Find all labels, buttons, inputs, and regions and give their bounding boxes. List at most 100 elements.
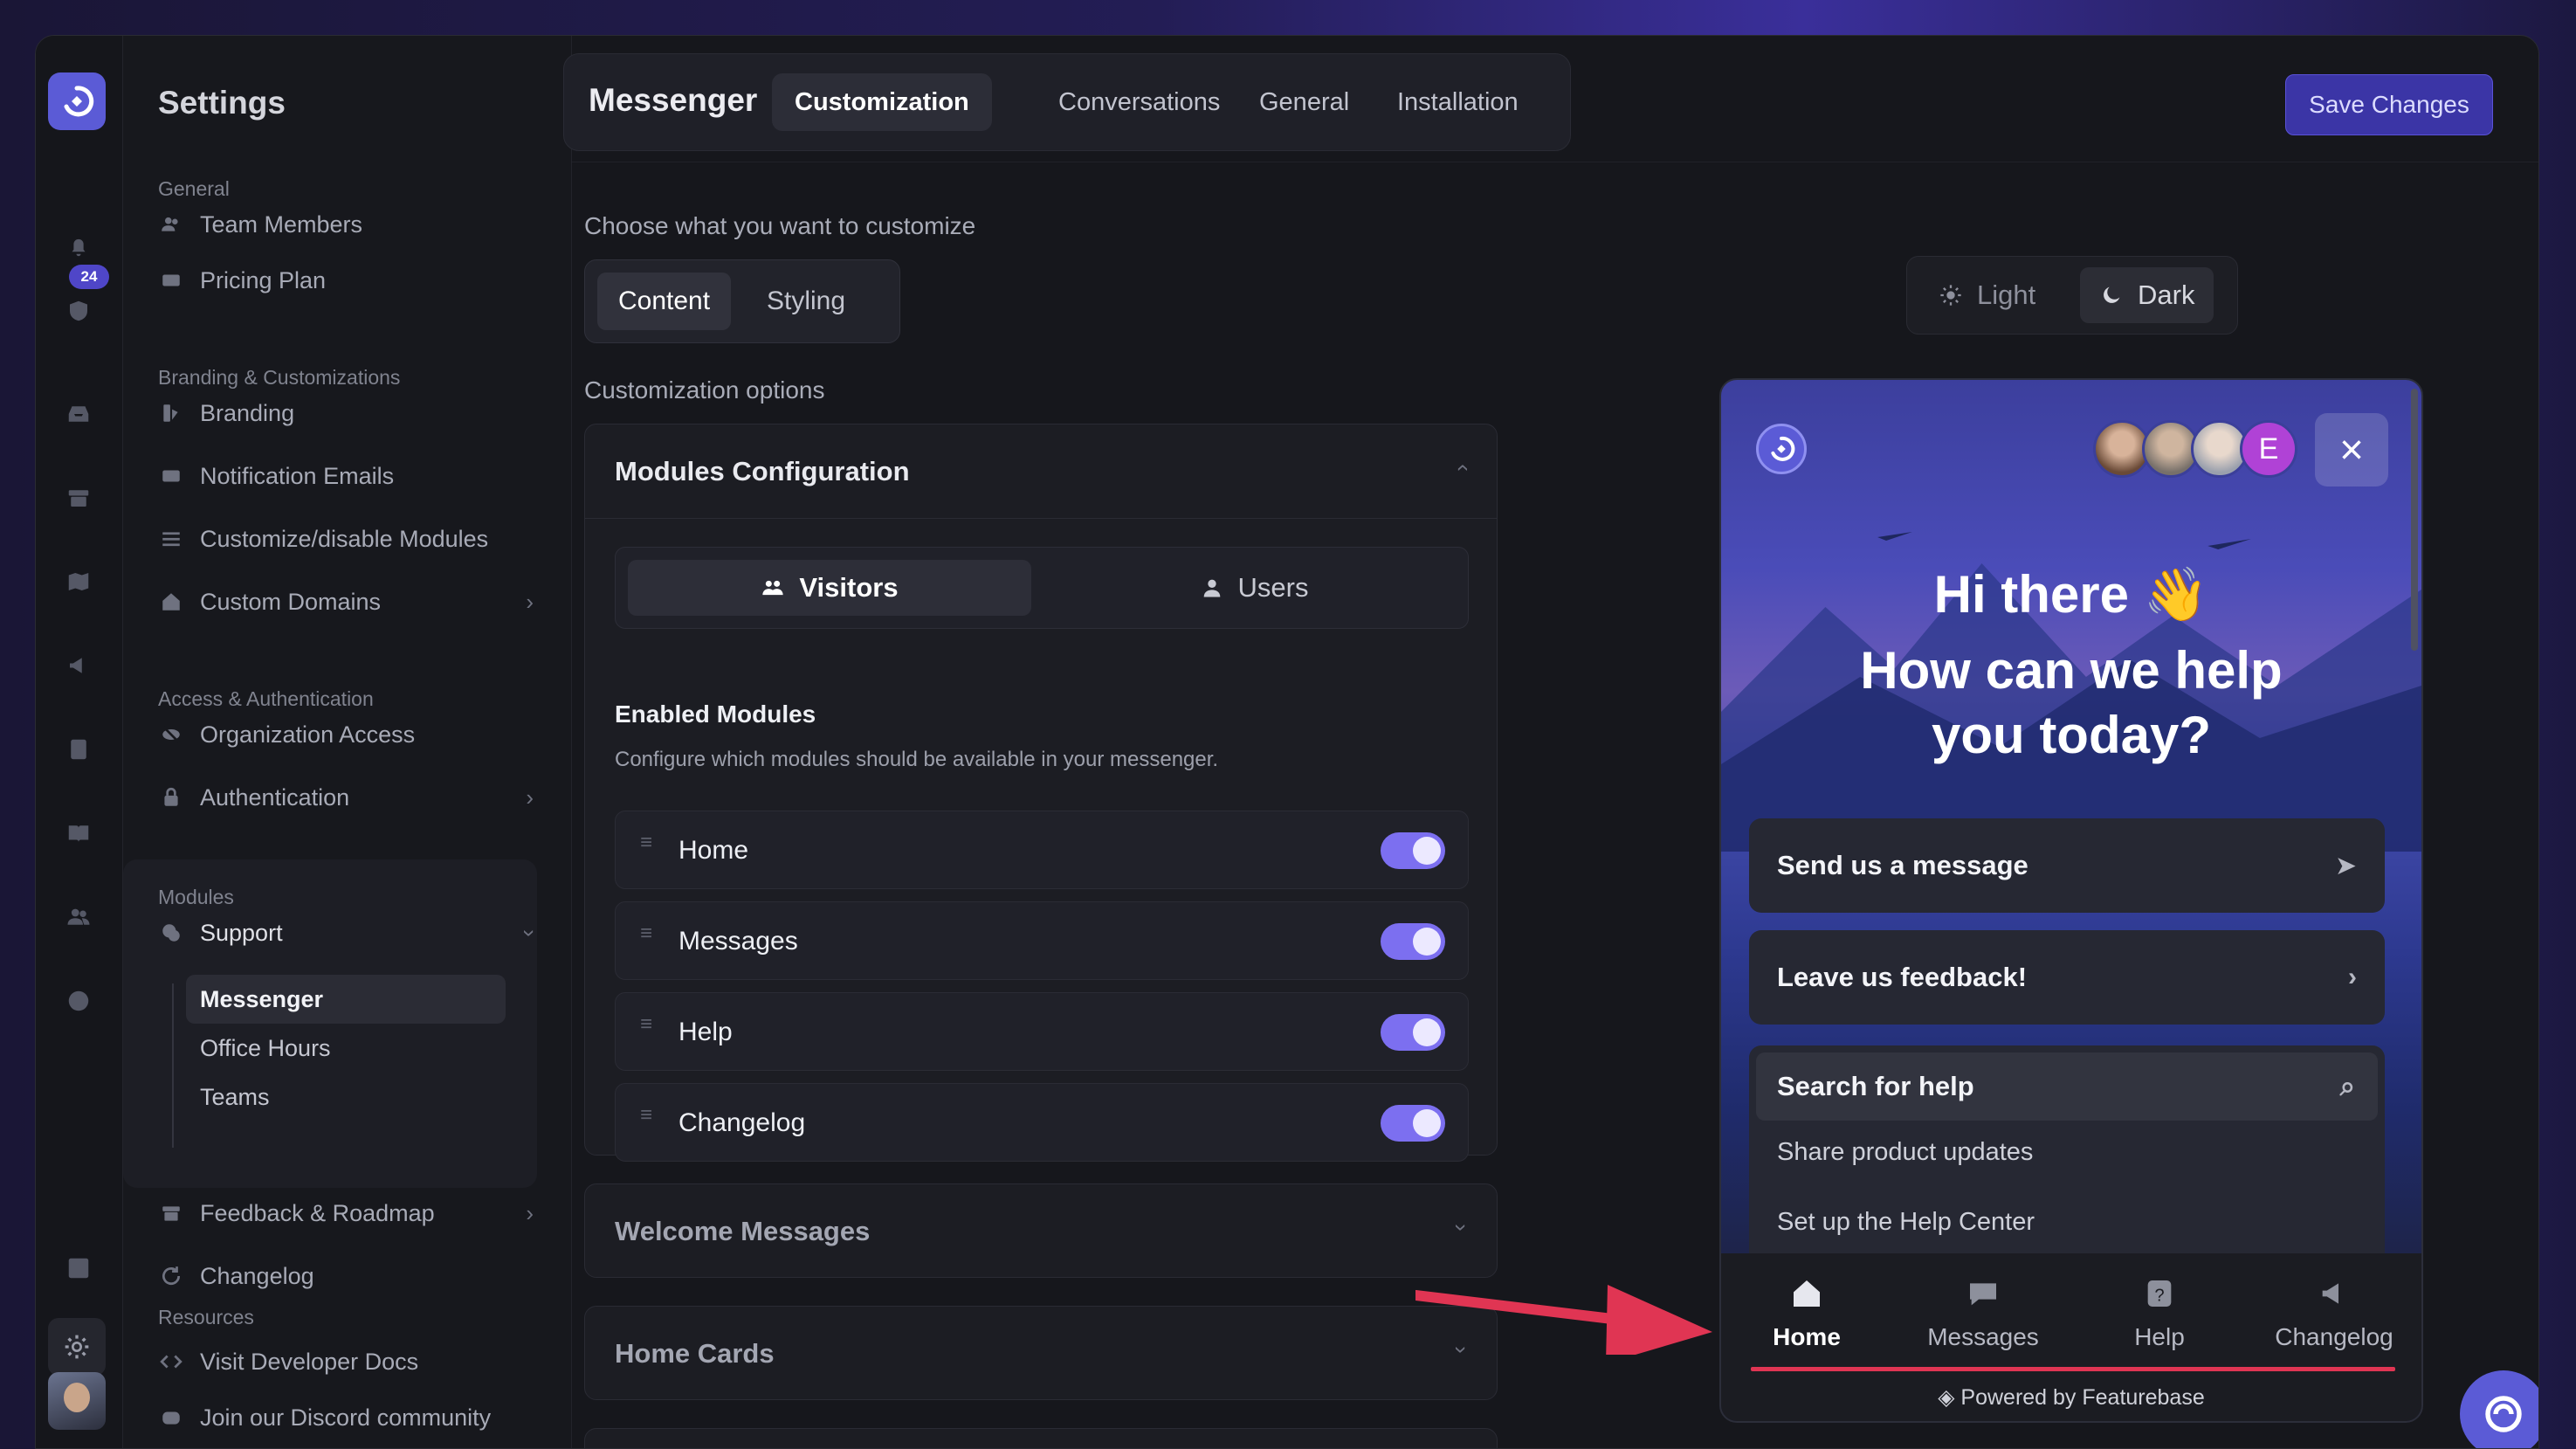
help-search-card: Search for help ⌕ Share product updates … [1749, 1045, 2385, 1264]
nav-home[interactable]: Home [1728, 1276, 1885, 1351]
preview-scrollbar[interactable] [2411, 389, 2418, 651]
card-header[interactable]: Modules Configuration › [585, 424, 1497, 519]
nav-help[interactable]: ? Help [2081, 1276, 2238, 1351]
messenger-tabs-bar: Messenger Customization Conversations Ge… [563, 53, 1571, 151]
globe-icon[interactable] [65, 988, 92, 1014]
tab-general[interactable]: General [1236, 73, 1372, 131]
tab-conversations[interactable]: Conversations [1036, 73, 1243, 131]
help-search-input[interactable]: Search for help ⌕ [1756, 1052, 2378, 1121]
users-icon [762, 580, 784, 596]
document-icon[interactable] [65, 736, 92, 762]
nav-label: Home [1773, 1323, 1841, 1350]
sidebar-item-support[interactable]: Support › [158, 912, 543, 954]
tab-installation[interactable]: Installation [1374, 73, 1541, 131]
suggestion-item[interactable]: Share product updates [1777, 1138, 2033, 1167]
sidebar-item-messenger[interactable]: Messenger [186, 975, 506, 1024]
choose-label: Choose what you want to customize [584, 212, 976, 239]
theme-label: Dark [2138, 279, 2195, 310]
powered-by[interactable]: ◈ Powered by Featurebase [1721, 1384, 2421, 1411]
sidebar-item-branding[interactable]: Branding [158, 392, 534, 434]
moon-icon [2104, 286, 2120, 303]
close-icon: × [2338, 426, 2365, 473]
tab-users[interactable]: Users [1052, 560, 1456, 616]
help-icon: ? [2147, 1280, 2172, 1307]
module-toggle[interactable] [1381, 1014, 1445, 1051]
sidebar-item-label: Support [200, 919, 283, 946]
nav-messages[interactable]: Messages [1904, 1276, 2062, 1351]
chat-icon [2485, 1396, 2522, 1432]
map-icon[interactable] [65, 569, 92, 595]
sidebar-item-notification-emails[interactable]: Notification Emails [158, 455, 534, 497]
annotation-arrow [1415, 1285, 1712, 1355]
tab-customization[interactable]: Customization [772, 73, 992, 131]
theme-light[interactable]: Light [1919, 267, 2055, 323]
tab-visitors[interactable]: Visitors [628, 560, 1031, 616]
gear-icon [65, 1335, 89, 1359]
next-card[interactable] [584, 1428, 1498, 1448]
sidebar-item-authentication[interactable]: Authentication › [158, 776, 534, 818]
shield-icon[interactable] [65, 298, 92, 324]
sidebar-item-label: Authentication [200, 783, 350, 811]
featurebase-logo-icon [64, 86, 94, 117]
drag-handle-icon[interactable]: ≡ [640, 1105, 659, 1126]
welcome-messages-card[interactable]: Welcome Messages › [584, 1183, 1498, 1278]
sidebar-item-teams[interactable]: Teams [186, 1073, 506, 1121]
content-styling-switch: Content Styling [584, 259, 900, 343]
bell-icon[interactable] [65, 233, 92, 259]
sidebar-item-changelog[interactable]: Changelog [158, 1255, 534, 1297]
tab-label: Visitors [799, 572, 899, 603]
code-icon [158, 1349, 184, 1375]
chevron-right-icon: › [526, 783, 534, 811]
drag-handle-icon[interactable]: ≡ [640, 923, 659, 944]
section-resources: Resources [158, 1306, 254, 1328]
tab-content[interactable]: Content [597, 273, 732, 330]
modules-configuration-card: Modules Configuration › Visitors Users E… [584, 424, 1498, 1162]
section-branding: Branding & Customizations [158, 366, 401, 389]
sidebar-item-developer-docs[interactable]: Visit Developer Docs [158, 1341, 534, 1383]
sidebar-item-customize-modules[interactable]: Customize/disable Modules [158, 518, 534, 560]
app-logo[interactable] [48, 72, 106, 130]
submenu-line [172, 983, 174, 1148]
leave-feedback-card[interactable]: Leave us feedback! › [1749, 930, 2385, 1025]
archive-icon[interactable] [65, 485, 92, 511]
book-icon[interactable] [65, 820, 92, 846]
module-toggle[interactable] [1381, 832, 1445, 869]
chat-launcher-button[interactable] [2460, 1370, 2538, 1448]
sidebar-item-label: Organization Access [200, 721, 416, 748]
sidebar-item-organization-access[interactable]: Organization Access [158, 714, 534, 756]
user-avatar[interactable] [48, 1372, 106, 1430]
sidebar-item-custom-domains[interactable]: Custom Domains › [158, 581, 534, 623]
module-row-help: ≡ Help [615, 992, 1469, 1071]
inbox-icon[interactable] [65, 401, 92, 427]
sidebar-item-discord[interactable]: Join our Discord community [158, 1397, 534, 1439]
close-button[interactable]: × [2315, 413, 2388, 486]
sidebar-item-label: Changelog [200, 1262, 314, 1289]
chart-icon[interactable] [65, 1255, 92, 1281]
sidebar-item-team-members[interactable]: Team Members [158, 204, 534, 245]
module-toggle[interactable] [1381, 1105, 1445, 1142]
suggestion-item[interactable]: Set up the Help Center [1777, 1208, 2035, 1237]
module-row-home: ≡ Home [615, 811, 1469, 889]
sidebar-item-pricing-plan[interactable]: Pricing Plan [158, 259, 534, 301]
nav-label: Messages [1927, 1323, 2039, 1350]
page-title: Messenger [589, 82, 758, 118]
megaphone-icon[interactable] [65, 652, 92, 679]
theme-dark[interactable]: Dark [2080, 267, 2214, 323]
featurebase-icon: ◈ [1938, 1385, 1961, 1410]
module-toggle[interactable] [1381, 923, 1445, 960]
users-icon[interactable] [65, 904, 92, 930]
card-title: Home Cards [615, 1338, 775, 1369]
save-changes-button[interactable]: Save Changes [2285, 74, 2493, 135]
drag-handle-icon[interactable]: ≡ [640, 832, 659, 853]
tab-styling[interactable]: Styling [746, 273, 866, 330]
module-row-changelog: ≡ Changelog [615, 1083, 1469, 1162]
home-cards-card[interactable]: Home Cards › [584, 1306, 1498, 1400]
settings-gear-button[interactable] [48, 1318, 106, 1376]
card-label: Leave us feedback! [1777, 962, 2028, 992]
nav-changelog[interactable]: Changelog [2256, 1276, 2413, 1351]
sidebar-item-feedback-roadmap[interactable]: Feedback & Roadmap › [158, 1192, 534, 1234]
chevron-down-icon: › [1449, 1224, 1476, 1232]
sidebar-item-office-hours[interactable]: Office Hours [186, 1024, 506, 1073]
send-message-card[interactable]: Send us a message ➤ [1749, 818, 2385, 913]
drag-handle-icon[interactable]: ≡ [640, 1014, 659, 1035]
